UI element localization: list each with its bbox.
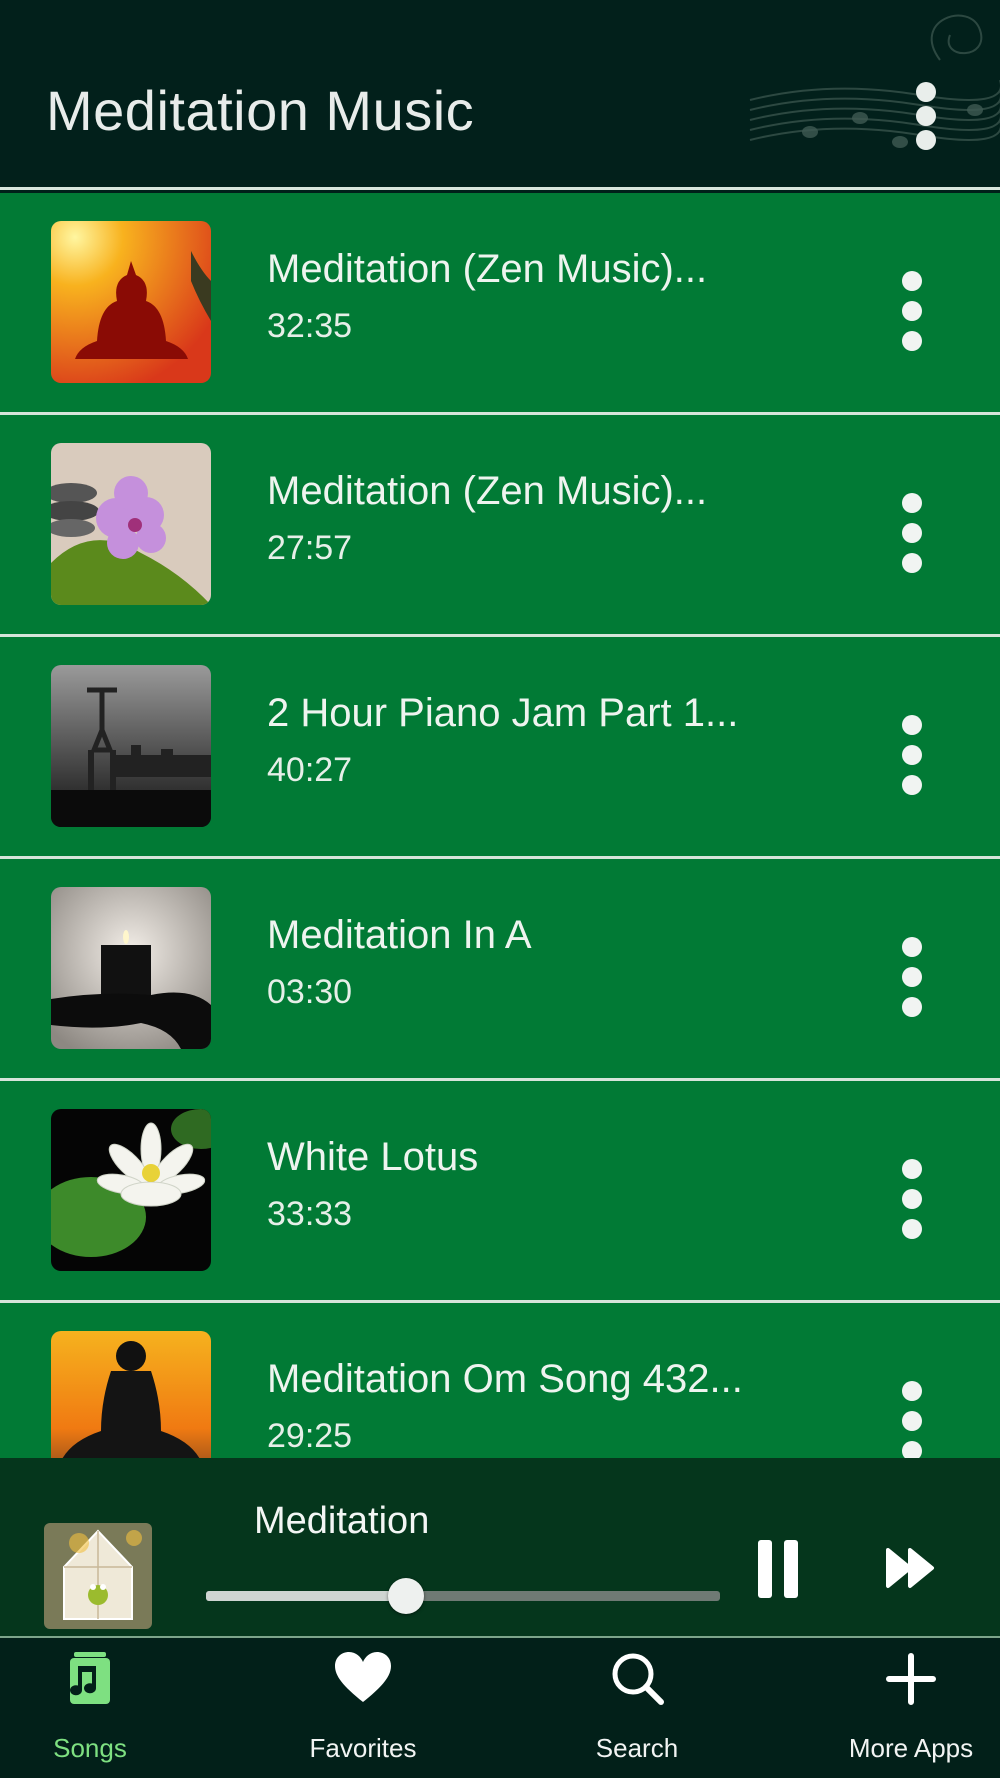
buddha-sunset-art <box>51 221 211 383</box>
now-playing-art <box>44 1523 152 1629</box>
track-title: 2 Hour Piano Jam Part 1... <box>267 691 739 735</box>
tab-more-apps[interactable]: More Apps <box>811 1638 1000 1778</box>
tab-label: Favorites <box>309 1733 417 1763</box>
search-icon <box>612 1653 664 1705</box>
track-duration: 40:27 <box>267 751 353 789</box>
track-row[interactable]: Meditation (Zen Music)... 32:35 <box>0 193 1000 415</box>
candle-hand-art <box>51 887 211 1049</box>
track-title: Meditation (Zen Music)... <box>267 247 708 291</box>
tab-label: More Apps <box>848 1733 974 1763</box>
track-options-icon[interactable] <box>892 271 932 351</box>
frog-lantern-art <box>44 1523 152 1629</box>
app-header: Meditation Music <box>0 0 1000 190</box>
album-art <box>51 887 211 1049</box>
track-duration: 33:33 <box>267 1195 353 1233</box>
track-duration: 27:57 <box>267 529 353 567</box>
track-duration: 03:30 <box>267 973 353 1011</box>
now-playing-bar[interactable]: Meditation <box>0 1458 1000 1638</box>
track-duration: 29:25 <box>267 1417 353 1455</box>
track-title: White Lotus <box>267 1135 479 1179</box>
track-title: Meditation In A <box>267 913 532 957</box>
track-options-icon[interactable] <box>892 1381 932 1458</box>
track-options-icon[interactable] <box>892 715 932 795</box>
track-row[interactable]: Meditation In A 03:30 <box>0 859 1000 1081</box>
track-title: Meditation (Zen Music)... <box>267 469 708 513</box>
fast-forward-icon[interactable] <box>886 1546 936 1590</box>
track-row[interactable]: 2 Hour Piano Jam Part 1... 40:27 <box>0 637 1000 859</box>
white-lotus-art <box>51 1109 211 1271</box>
overflow-menu-icon[interactable] <box>906 80 942 152</box>
track-options-icon[interactable] <box>892 1159 932 1239</box>
album-art <box>51 443 211 605</box>
track-options-icon[interactable] <box>892 493 932 573</box>
now-playing-title: Meditation <box>254 1500 430 1542</box>
album-art <box>51 1109 211 1271</box>
seek-bar[interactable] <box>206 1578 720 1614</box>
heart-icon <box>335 1652 391 1702</box>
plus-icon <box>886 1653 936 1705</box>
tab-search[interactable]: Search <box>537 1638 737 1778</box>
tab-label: Search <box>595 1733 679 1763</box>
music-note-icon <box>70 1652 110 1704</box>
page-title: Meditation Music <box>46 79 475 142</box>
album-art <box>51 221 211 383</box>
silhouette-sunset-art <box>51 1331 211 1458</box>
tab-favorites[interactable]: Favorites <box>263 1638 463 1778</box>
track-options-icon[interactable] <box>892 937 932 1017</box>
album-art <box>51 1331 211 1458</box>
track-duration: 32:35 <box>267 307 353 345</box>
track-row[interactable]: Meditation Om Song 432... 29:25 <box>0 1303 1000 1458</box>
music-notes-decoration <box>749 14 1000 148</box>
bottom-navigation: Songs Favorites Search More Apps <box>0 1638 1000 1778</box>
track-title: Meditation Om Song 432... <box>267 1357 743 1401</box>
tab-label: Songs <box>53 1733 127 1763</box>
seek-bar-thumb[interactable] <box>388 1578 425 1614</box>
track-row[interactable]: Meditation (Zen Music)... 27:57 <box>0 415 1000 637</box>
album-art <box>51 665 211 827</box>
flower-stones-art <box>51 443 211 605</box>
yoga-city-art <box>51 665 211 827</box>
pause-icon[interactable] <box>756 1538 800 1600</box>
track-list[interactable]: Meditation (Zen Music)... 32:35 Meditati… <box>0 193 1000 1458</box>
tab-songs[interactable]: Songs <box>0 1638 190 1778</box>
seek-bar-progress <box>206 1591 407 1601</box>
track-row[interactable]: White Lotus 33:33 <box>0 1081 1000 1303</box>
